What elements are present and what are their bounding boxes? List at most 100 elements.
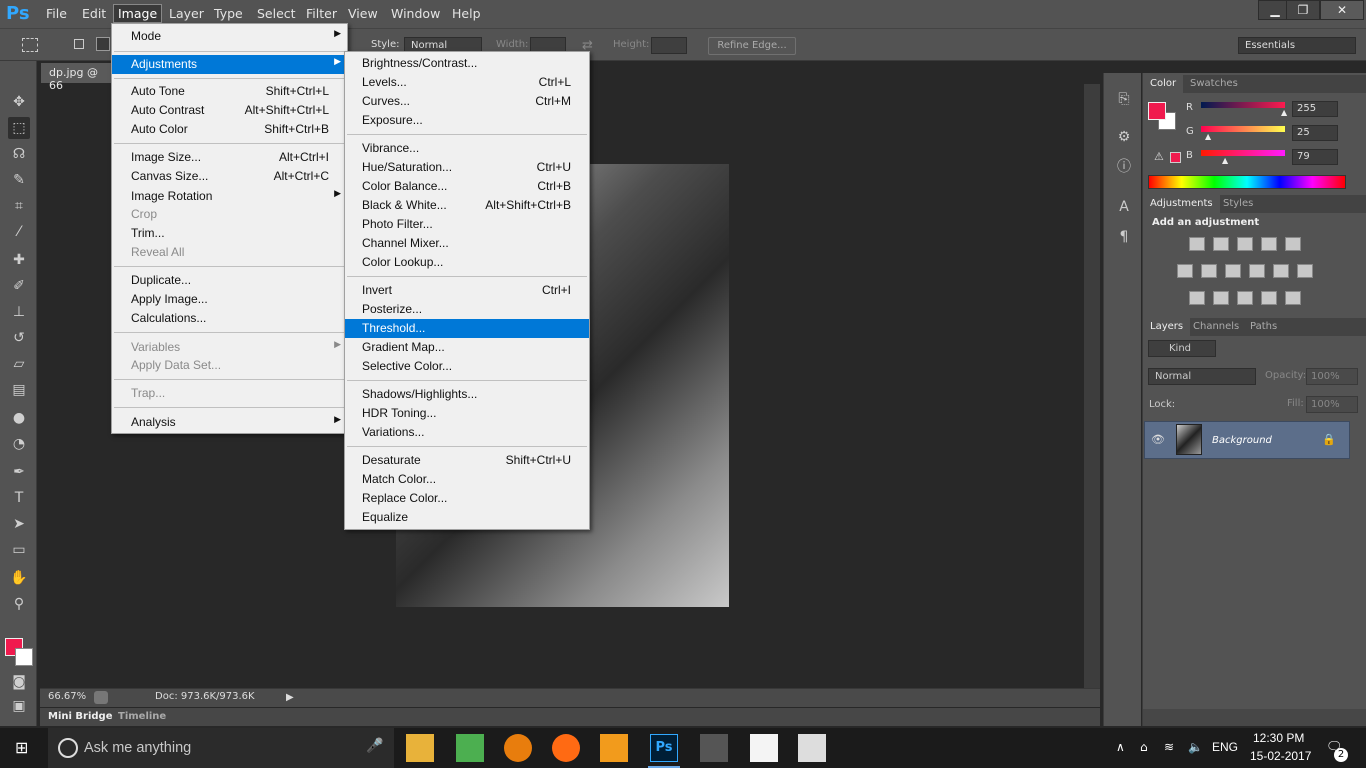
new-selection-icon[interactable] <box>74 39 84 49</box>
gradient-map-icon[interactable] <box>1285 291 1301 305</box>
menu-item-threshold[interactable]: Threshold... <box>345 319 589 338</box>
menu-item-apply-image[interactable]: Apply Image... <box>112 290 347 309</box>
tool-app-icon[interactable] <box>798 734 826 762</box>
r-value-input[interactable]: 255 <box>1292 101 1338 117</box>
invert-icon[interactable] <box>1189 291 1205 305</box>
gamut-swatch[interactable] <box>1170 152 1181 163</box>
menu-item-variations[interactable]: Variations... <box>345 423 589 442</box>
clock-date[interactable]: 15-02-2017 <box>1250 749 1311 763</box>
crop-tool-icon[interactable]: ⌗ <box>8 195 30 217</box>
menu-item-exposure[interactable]: Exposure... <box>345 111 589 130</box>
menu-item-brightness-contrast[interactable]: Brightness/Contrast... <box>345 54 589 73</box>
zoom-tool-icon[interactable]: ⚲ <box>8 593 30 615</box>
menu-item-trim[interactable]: Trim... <box>112 224 347 243</box>
menu-item-auto-color[interactable]: Auto Color Shift+Ctrl+B <box>112 120 347 139</box>
menu-item-auto-tone[interactable]: Auto Tone Shift+Ctrl+L <box>112 82 347 101</box>
blur-tool-icon[interactable]: ● <box>8 407 30 429</box>
levels-icon[interactable] <box>1213 237 1229 251</box>
r-slider[interactable] <box>1201 102 1285 108</box>
menu-item-invert[interactable]: Invert Ctrl+I <box>345 281 589 300</box>
quick-select-icon[interactable]: ✎ <box>8 169 30 191</box>
photo-filter-icon[interactable] <box>1249 264 1265 278</box>
menu-item-image-size[interactable]: Image Size... Alt+Ctrl+I <box>112 148 347 167</box>
path-select-icon[interactable]: ➤ <box>8 513 30 535</box>
eye-icon[interactable]: 👁 <box>1151 433 1165 446</box>
g-slider[interactable] <box>1201 126 1285 132</box>
status-menu-arrow-icon[interactable]: ▶ <box>286 692 294 703</box>
menu-edit[interactable]: Edit <box>78 5 110 22</box>
menu-window[interactable]: Window <box>387 5 444 22</box>
color-fg-swatch[interactable] <box>1148 102 1166 120</box>
background-color-swatch[interactable] <box>15 648 33 666</box>
pdf-reader-icon[interactable] <box>600 734 628 762</box>
gradient-tool-icon[interactable]: ▤ <box>8 379 30 401</box>
height-input[interactable] <box>651 37 687 54</box>
zoom-level[interactable]: 66.67% <box>48 691 86 702</box>
type-tool-icon[interactable]: T <box>8 487 30 509</box>
menu-item-gradient-map[interactable]: Gradient Map... <box>345 338 589 357</box>
menu-item-hue-saturation[interactable]: Hue/Saturation... Ctrl+U <box>345 158 589 177</box>
show-hidden-icons[interactable]: ∧ <box>1116 740 1125 754</box>
menu-item-posterize[interactable]: Posterize... <box>345 300 589 319</box>
cortana-icon[interactable] <box>58 738 78 758</box>
menu-help[interactable]: Help <box>448 5 485 22</box>
wifi-icon[interactable]: ≋ <box>1164 740 1174 754</box>
clock-time[interactable]: 12:30 PM <box>1253 731 1304 745</box>
add-selection-icon[interactable] <box>96 37 110 51</box>
posterize-icon[interactable] <box>1213 291 1229 305</box>
tab-channels[interactable]: Channels <box>1193 321 1239 332</box>
paragraph-icon[interactable]: ¶ <box>1116 229 1132 245</box>
menu-item-hdr-toning[interactable]: HDR Toning... <box>345 404 589 423</box>
exposure-icon[interactable] <box>1261 237 1277 251</box>
color-spectrum[interactable] <box>1148 175 1346 189</box>
g-value-input[interactable]: 25 <box>1292 125 1338 141</box>
channel-mixer-icon[interactable] <box>1273 264 1289 278</box>
menu-item-replace-color[interactable]: Replace Color... <box>345 489 589 508</box>
restore-button[interactable]: ❐ <box>1286 0 1320 20</box>
language-indicator[interactable]: ENG <box>1212 740 1238 754</box>
pen-tool-icon[interactable]: ✒ <box>8 461 30 483</box>
menu-layer[interactable]: Layer <box>165 5 208 22</box>
curves-icon[interactable] <box>1237 237 1253 251</box>
brush-tool-icon[interactable]: ✐ <box>8 275 30 297</box>
menu-item-channel-mixer[interactable]: Channel Mixer... <box>345 234 589 253</box>
menu-item-adjustments[interactable]: Adjustments ▶ <box>112 55 347 74</box>
r-slider-thumb[interactable]: ▲ <box>1281 108 1287 117</box>
app-green-icon[interactable] <box>456 734 484 762</box>
menu-item-match-color[interactable]: Match Color... <box>345 470 589 489</box>
fill-input[interactable]: 100% <box>1306 396 1358 413</box>
inkscape-icon[interactable] <box>700 734 728 762</box>
menu-item-calculations[interactable]: Calculations... <box>112 309 347 328</box>
eraser-icon[interactable]: ▱ <box>8 353 30 375</box>
menu-type[interactable]: Type <box>210 5 247 22</box>
history-brush-icon[interactable]: ↺ <box>8 327 30 349</box>
kind-filter-select[interactable]: Kind <box>1148 340 1216 357</box>
tab-mini-bridge[interactable]: Mini Bridge <box>48 711 113 722</box>
menu-item-analysis[interactable]: Analysis ▶ <box>112 413 347 432</box>
tab-paths[interactable]: Paths <box>1250 321 1277 332</box>
blender-icon[interactable] <box>504 734 532 762</box>
lasso-tool-icon[interactable]: ☊ <box>8 143 30 165</box>
color-lookup-icon[interactable] <box>1297 264 1313 278</box>
shape-tool-icon[interactable]: ▭ <box>8 539 30 561</box>
windows-start-icon[interactable]: ⊞ <box>15 738 33 757</box>
character-icon[interactable]: A <box>1116 199 1132 215</box>
tab-layers[interactable]: Layers <box>1143 318 1191 336</box>
dodge-tool-icon[interactable]: ◔ <box>8 433 30 455</box>
black-white-icon[interactable] <box>1225 264 1241 278</box>
stamp-tool-icon[interactable]: ⊥ <box>8 301 30 323</box>
menu-item-photo-filter[interactable]: Photo Filter... <box>345 215 589 234</box>
hand-tool-icon[interactable]: ✋ <box>8 567 30 589</box>
screen-mode-icon[interactable]: ▣ <box>8 695 30 717</box>
tab-adjustments[interactable]: Adjustments <box>1143 195 1220 213</box>
menu-item-mode[interactable]: Mode ▶ <box>112 27 347 46</box>
firefox-icon[interactable] <box>552 734 580 762</box>
menu-image[interactable]: Image <box>113 4 163 23</box>
quick-mask-icon[interactable]: ◙ <box>8 671 30 693</box>
menu-item-auto-contrast[interactable]: Auto Contrast Alt+Shift+Ctrl+L <box>112 101 347 120</box>
info-icon[interactable]: ⓘ <box>1116 159 1132 175</box>
menu-item-black-white[interactable]: Black & White... Alt+Shift+Ctrl+B <box>345 196 589 215</box>
blend-mode-select[interactable]: Normal <box>1148 368 1256 385</box>
layer-thumbnail[interactable] <box>1176 424 1202 455</box>
menu-item-duplicate[interactable]: Duplicate... <box>112 271 347 290</box>
